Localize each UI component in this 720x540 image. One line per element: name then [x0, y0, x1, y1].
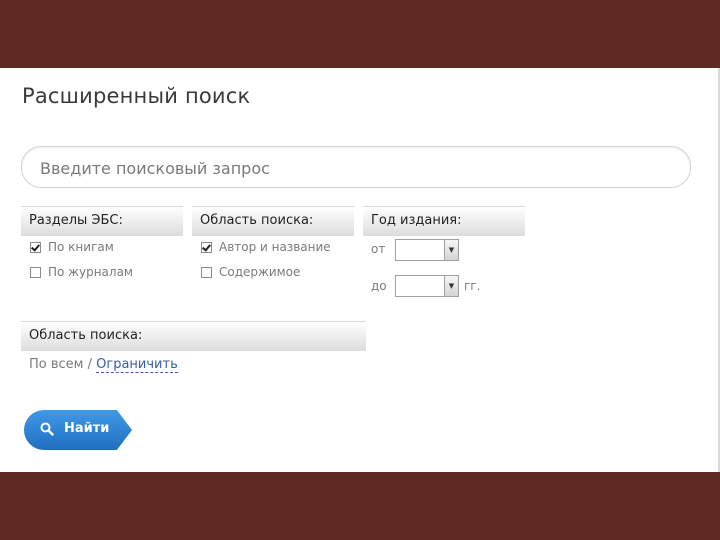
option-journals-label: По журналам — [48, 265, 133, 279]
checkbox-journals[interactable] — [30, 267, 41, 278]
scope-line: По всем / Ограничить — [29, 357, 178, 373]
option-journals[interactable]: По журналам — [30, 264, 133, 280]
find-button[interactable]: Найти — [24, 410, 132, 450]
year-from-select[interactable]: ▼ — [395, 239, 459, 261]
scope-separator: / — [83, 357, 97, 372]
year-to-select[interactable]: ▼ — [395, 275, 459, 297]
option-books-label: По книгам — [48, 240, 114, 254]
option-content[interactable]: Содержимое — [201, 264, 300, 280]
option-books[interactable]: По книгам — [30, 239, 114, 255]
year-from-value — [396, 240, 444, 260]
year-from-label: от — [371, 242, 386, 256]
search-input[interactable] — [38, 155, 672, 181]
ebs-sections-heading: Разделы ЭБС: — [21, 206, 183, 236]
slide-frame-bottom — [0, 472, 720, 540]
year-suffix: гг. — [464, 279, 481, 293]
find-button-label: Найти — [64, 421, 110, 436]
search-area-heading: Область поиска: — [192, 206, 354, 236]
checkbox-books[interactable] — [30, 242, 41, 253]
search-box[interactable] — [21, 146, 691, 188]
option-content-label: Содержимое — [219, 265, 301, 279]
year-to-value — [396, 276, 444, 296]
year-heading: Год издания: — [363, 206, 525, 236]
year-to-label: до — [371, 279, 387, 293]
option-author-title-label: Автор и название — [219, 240, 331, 254]
slide-frame-top — [0, 0, 720, 68]
checkbox-content[interactable] — [201, 267, 212, 278]
chevron-down-icon[interactable]: ▼ — [444, 240, 458, 260]
option-author-title[interactable]: Автор и название — [201, 239, 331, 255]
checkbox-author-title[interactable] — [201, 242, 212, 253]
search-icon — [40, 422, 54, 436]
scope-heading: Область поиска: — [21, 321, 366, 351]
chevron-down-icon[interactable]: ▼ — [444, 276, 458, 296]
page-title: Расширенный поиск — [22, 84, 251, 108]
scope-limit-link[interactable]: Ограничить — [96, 357, 178, 373]
scope-all: По всем — [29, 357, 84, 372]
